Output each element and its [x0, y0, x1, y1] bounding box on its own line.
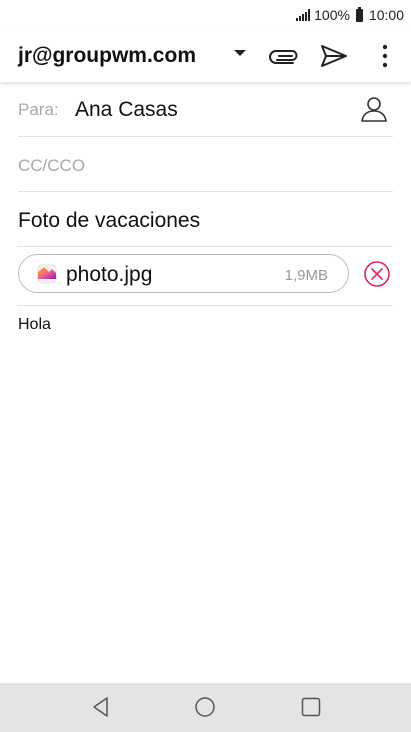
- recents-icon[interactable]: [299, 695, 323, 719]
- account-selector[interactable]: jr@groupwm.com: [18, 44, 196, 68]
- to-recipient[interactable]: Ana Casas: [75, 98, 178, 122]
- battery-icon: [355, 6, 363, 22]
- send-icon[interactable]: [318, 40, 350, 72]
- attachment-name: photo.jpg: [66, 263, 153, 286]
- signal-icon: [296, 9, 311, 21]
- attachment-size: 1,9MB: [284, 267, 328, 284]
- image-file-icon: [37, 264, 57, 284]
- to-field-row: Para: Ana Casas: [18, 82, 393, 137]
- compose-screen: 100% 10:00 jr@groupwm.com Para: Ana Casa…: [0, 0, 411, 732]
- remove-attachment-icon[interactable]: [363, 260, 391, 288]
- toolbar: jr@groupwm.com: [0, 30, 411, 82]
- paperclip-icon[interactable]: [268, 40, 300, 72]
- message-body[interactable]: Hola: [18, 316, 393, 676]
- subject-field-row[interactable]: Foto de vacaciones: [18, 192, 393, 247]
- attachment-chip[interactable]: photo.jpg 1,9MB: [18, 254, 349, 293]
- status-bar: 100% 10:00: [0, 0, 411, 30]
- clock: 10:00: [368, 7, 404, 23]
- contact-picker-icon[interactable]: [359, 94, 389, 124]
- more-vert-icon[interactable]: [369, 40, 401, 72]
- to-label: Para:: [18, 100, 59, 119]
- dropdown-icon[interactable]: [234, 50, 246, 56]
- navigation-bar: [0, 683, 411, 732]
- back-icon[interactable]: [89, 695, 113, 719]
- subject-field[interactable]: Foto de vacaciones: [18, 209, 200, 233]
- attachment-row: photo.jpg 1,9MB: [18, 247, 393, 306]
- cc-field-row[interactable]: CC/CCO: [18, 137, 393, 192]
- battery-percentage: 100%: [314, 7, 350, 23]
- home-icon[interactable]: [193, 695, 217, 719]
- cc-field[interactable]: CC/CCO: [18, 156, 85, 176]
